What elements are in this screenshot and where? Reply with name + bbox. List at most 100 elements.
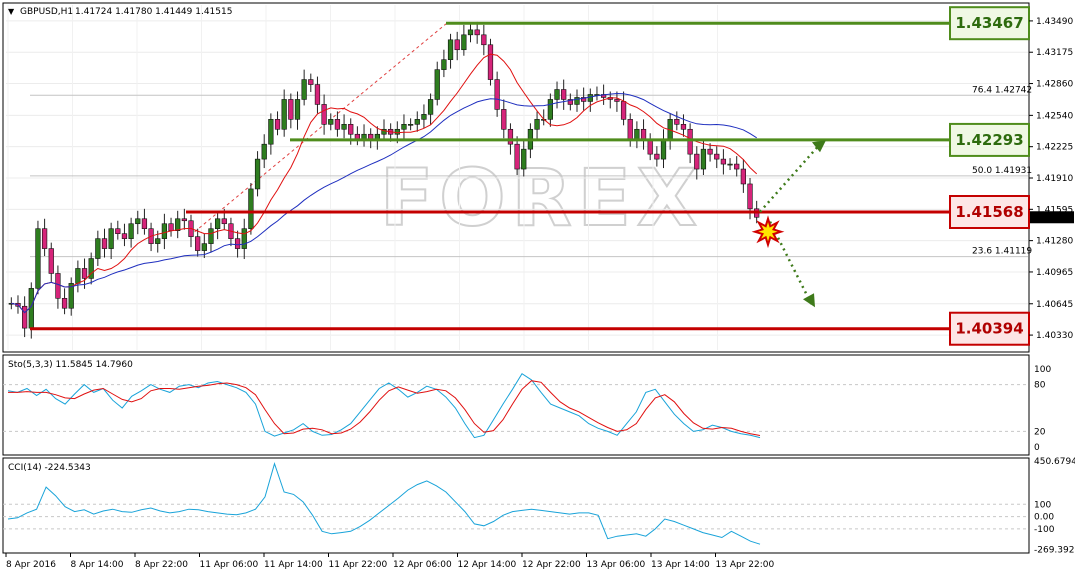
price-tick-label: 1.41280 [1036,237,1073,247]
bear-candle [115,228,121,234]
bear-candle [101,238,108,249]
level-label: 1.40394 [955,320,1023,338]
price-tick-label: 1.42225 [1036,143,1073,153]
bear-candle [22,305,28,329]
bear-candle [195,236,201,251]
bull-candle [208,228,214,244]
bull-candle [261,143,267,160]
time-tick-label: 12 Apr 14:00 [458,560,517,570]
bear-candle [41,228,48,249]
level-label: 1.43467 [955,14,1023,32]
bull-candle [35,228,41,289]
level-label: 1.42293 [955,131,1023,149]
cci-panel [2,457,1030,554]
bull-candle [700,148,707,170]
fibonacci-label: 23.6 1.41119 [972,247,1032,257]
time-tick-label: 12 Apr 22:00 [522,560,581,570]
price-tick-label: 1.42860 [1036,80,1073,90]
bear-candle [141,218,148,230]
stoch-tick-label: 100 [1034,365,1051,375]
bear-candle [454,39,460,51]
bull-candle [587,94,593,102]
bull-candle [394,128,400,135]
price-axis: 1.43490 1.43175 1.42860 1.42540 1.42225 1.419… [1029,17,1074,341]
bear-candle [487,44,494,80]
price-tick-label: 1.43490 [1036,17,1073,27]
cci-label: CCI(14) -224.5343 [8,463,91,473]
bull-candle [634,128,640,140]
price-tick-label: 1.43175 [1036,48,1073,58]
bear-candle [121,233,128,239]
stoch-tick-label: 80 [1034,381,1046,391]
bull-candle [421,114,427,120]
bear-candle [181,218,187,222]
chart-canvas: FOREX 76.4 1.42742 50.0 1.41931 23.6 1.411… [2,2,1075,570]
bull-candle [161,223,168,239]
bull-candle [301,79,307,100]
bull-candle [341,124,347,130]
bull-candle [201,243,207,251]
bear-candle [314,84,321,105]
bear-candle [234,238,241,249]
time-tick-label: 13 Apr 06:00 [587,560,646,570]
bear-candle [714,153,720,160]
bear-candle [627,119,633,140]
bull-candle [427,99,434,115]
bear-candle [348,124,354,135]
bear-candle [514,143,520,170]
bear-candle [321,104,327,125]
bear-candle [640,128,647,140]
ohlc-label: 1.41724 1.41780 1.41449 1.41515 [75,7,232,17]
bear-candle [48,248,54,274]
time-tick-label: 11 Apr 06:00 [200,560,259,570]
bull-candle [328,119,334,125]
cci-tick-label: -100 [1034,525,1055,535]
bull-candle [241,228,247,249]
bear-candle [740,168,746,185]
bull-candle [155,238,161,244]
cci-tick-label: -269.3921 [1034,546,1075,556]
bull-candle [461,34,467,51]
bull-candle [135,218,141,225]
bull-candle [727,163,733,166]
price-tick-label: 1.40330 [1036,331,1073,341]
bear-candle [620,101,627,120]
bull-candle [447,39,454,60]
bull-candle [281,99,287,130]
bear-candle [274,119,281,130]
bull-candle [660,138,667,160]
stoch-label: Sto(5,3,3) 11.5845 14.7960 [8,360,133,370]
stoch-tick-label: 20 [1034,427,1046,437]
chart-window: FOREX 76.4 1.42742 50.0 1.41931 23.6 1.411… [0,0,1075,577]
stoch-panel [2,354,1030,456]
bear-candle [221,218,227,225]
bear-candle [561,89,567,100]
bull-candle [175,218,181,231]
bear-candle [481,34,487,46]
bull-candle [75,268,81,284]
bear-candle [55,273,61,299]
bear-candle [680,124,687,130]
time-tick-label: 11 Apr 14:00 [264,560,323,570]
bear-candle [687,128,693,155]
bear-candle [308,79,314,85]
bear-candle [654,153,660,160]
bull-candle [128,223,134,239]
price-tick-label: 1.42540 [1036,111,1073,121]
time-tick-label: 13 Apr 22:00 [716,560,775,570]
bull-candle [95,238,101,259]
bull-candle [434,69,440,100]
cci-tick-label: 450.6794 [1034,457,1075,467]
cci-tick-label: 100 [1034,500,1051,510]
bear-candle [334,119,341,130]
bear-candle [707,148,713,155]
time-tick-label: 8 Apr 14:00 [71,560,124,570]
time-tick-label: 8 Apr 2016 [6,560,56,570]
level-label: 1.41568 [955,203,1023,221]
watermark: FOREX [380,154,703,244]
collapse-arrow-icon[interactable]: ▼ [8,7,15,16]
bull-candle [441,59,447,70]
bear-candle [507,128,514,145]
bull-candle [401,124,407,130]
bear-candle [694,153,700,170]
